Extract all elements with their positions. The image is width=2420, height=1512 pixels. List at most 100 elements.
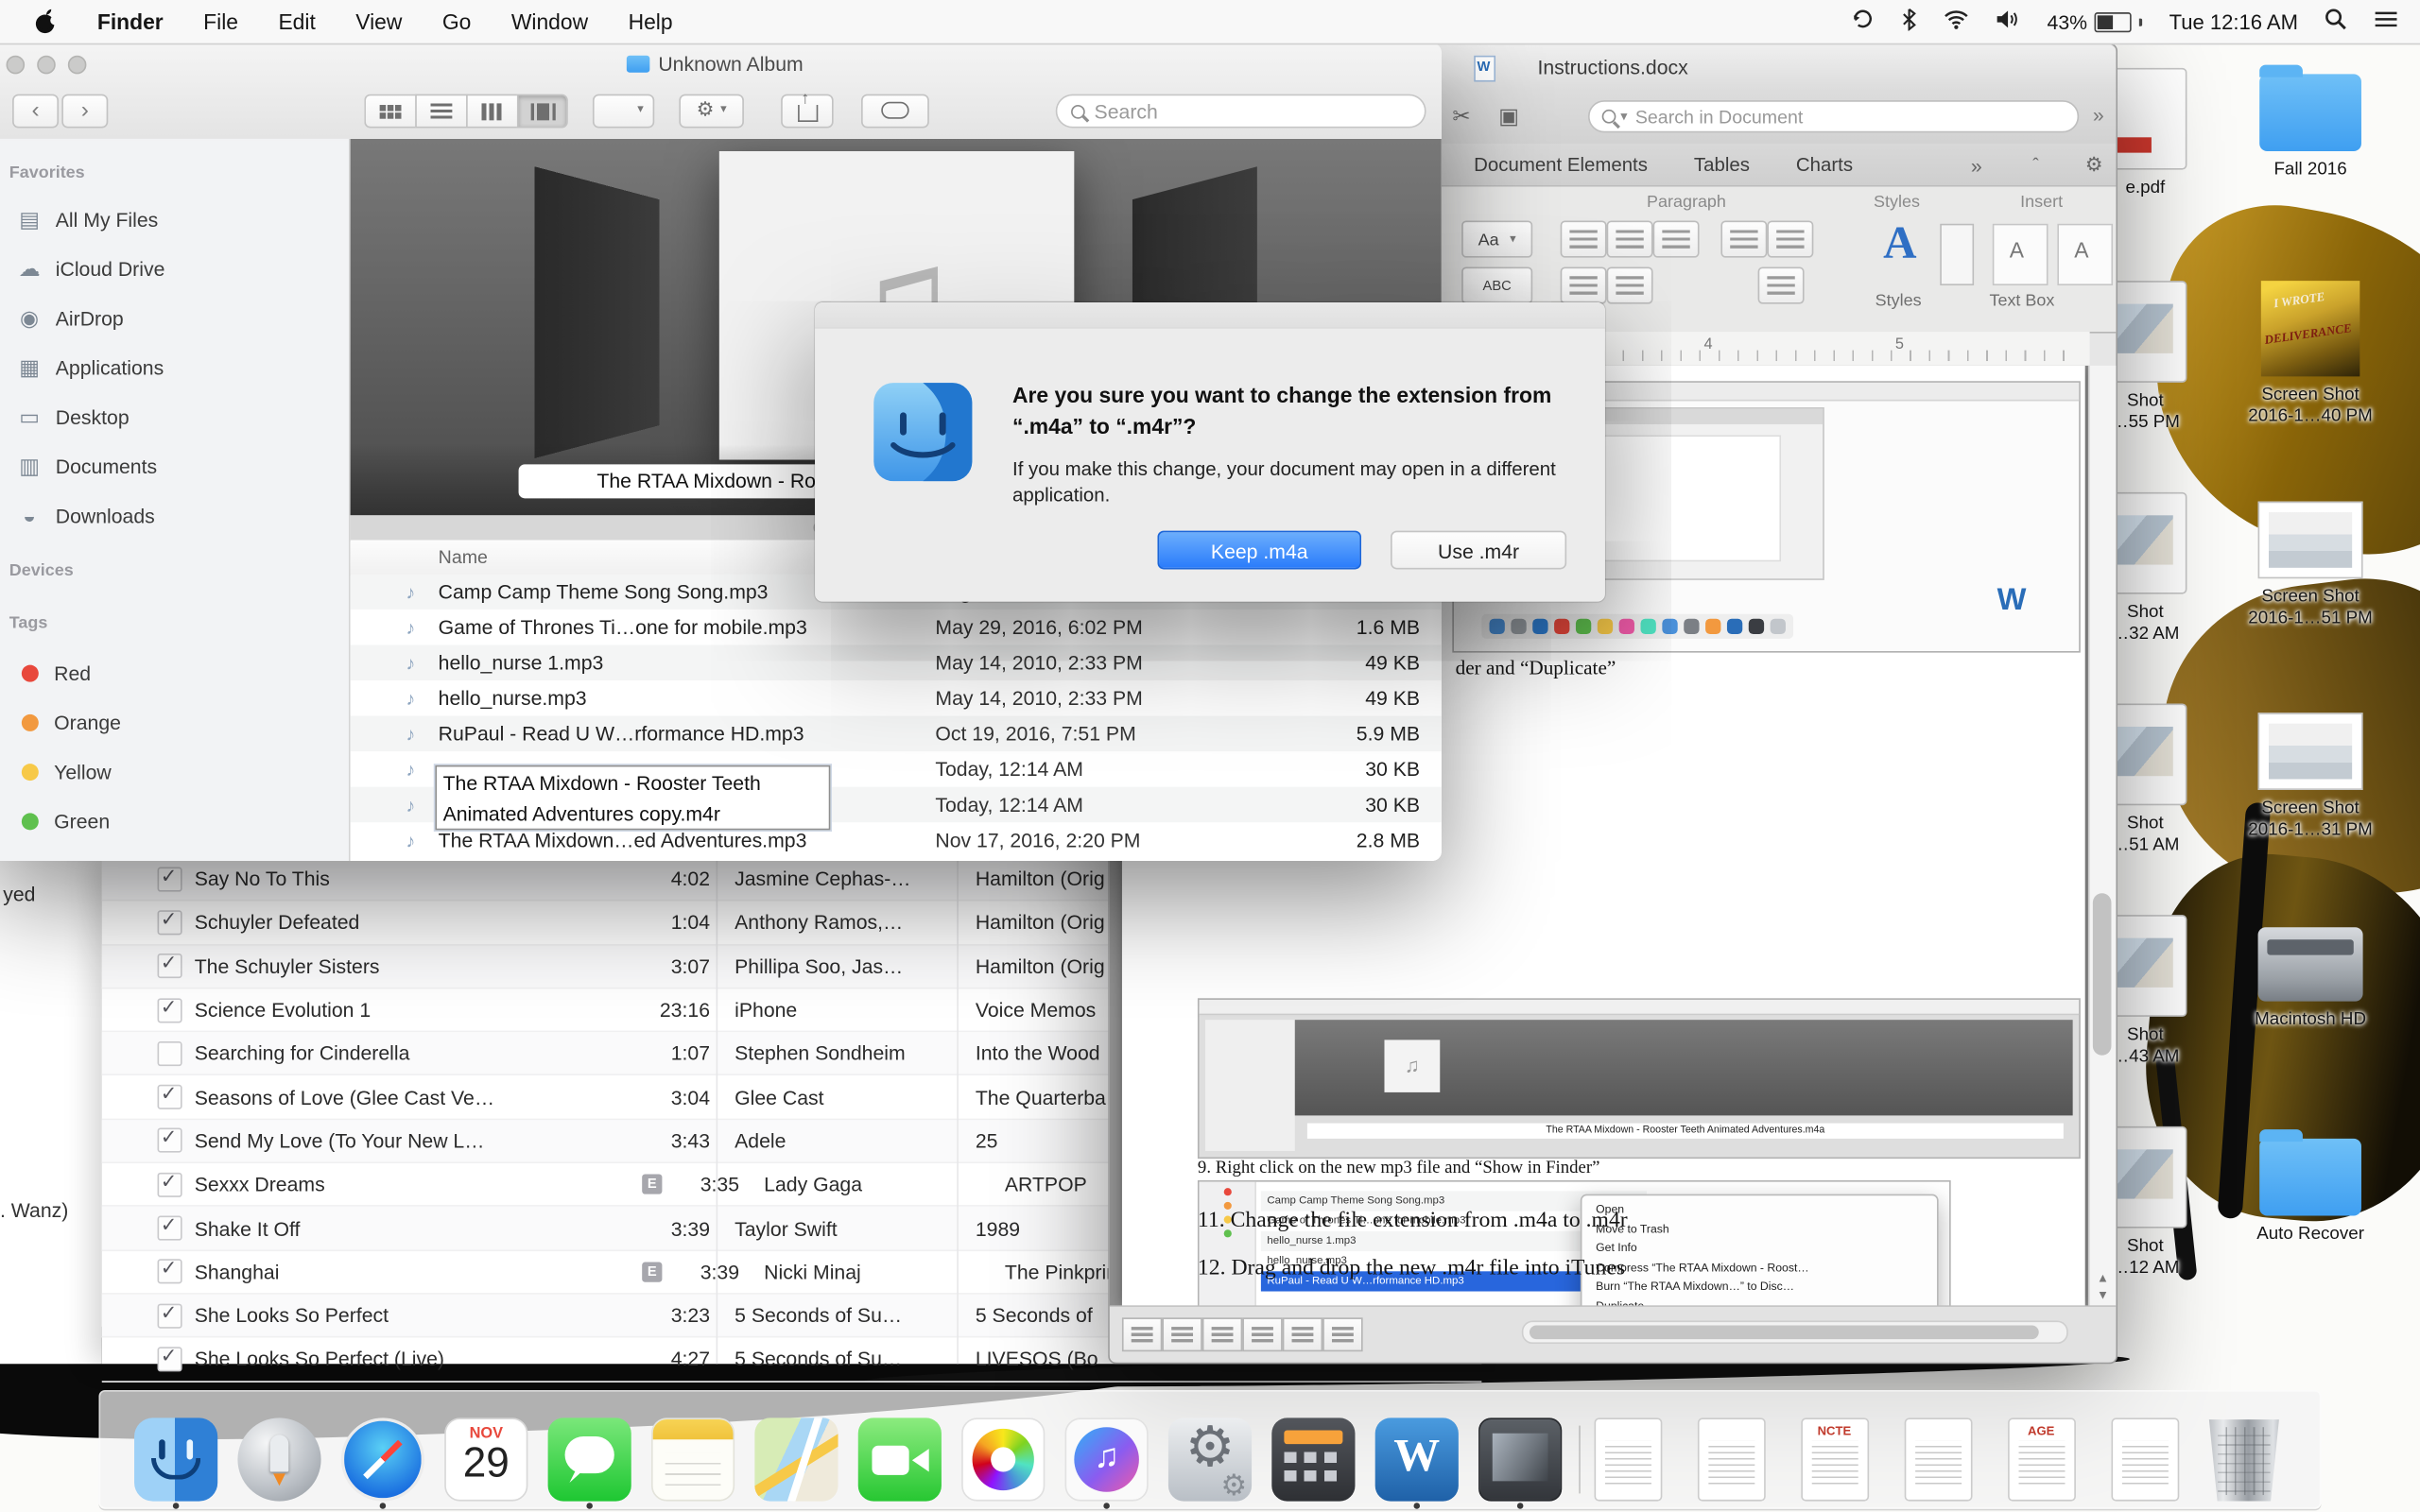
launchpad-icon[interactable] (237, 1418, 321, 1502)
file-row[interactable]: ♪ Game of Thrones Ti…one for mobile.mp3 … (351, 610, 1442, 645)
sidebar-item-all-my-files[interactable]: All My Files (0, 195, 349, 244)
scrollbar-thumb[interactable] (1529, 1324, 2039, 1339)
tag-orange[interactable]: Orange (0, 697, 349, 747)
volume-icon[interactable] (1996, 9, 2021, 34)
menu-item[interactable]: File (203, 9, 238, 34)
tag-green[interactable]: Green (0, 796, 349, 845)
desktop-icon-fall-2016[interactable]: Fall 2016 (2230, 64, 2391, 180)
back-button[interactable]: ‹ (12, 94, 60, 129)
song-checkbox[interactable]: ✓ (157, 1125, 182, 1154)
calendar-icon[interactable]: NOV 29 (444, 1418, 528, 1502)
font-style-button[interactable]: Aa ▾ (1461, 220, 1533, 258)
document-icon[interactable] (1903, 1418, 1972, 1502)
tag-yellow[interactable]: Yellow (0, 747, 349, 796)
numbered-list-button[interactable] (1606, 220, 1653, 258)
wifi-icon[interactable] (1944, 9, 1970, 34)
battery-indicator[interactable]: 43% (2048, 10, 2143, 33)
safari-icon[interactable] (340, 1418, 424, 1502)
preview-icon[interactable] (1478, 1418, 1563, 1502)
coverflow-view-button[interactable] (516, 94, 568, 129)
menu-item[interactable]: Window (511, 9, 588, 34)
tag-red[interactable]: Red (0, 648, 349, 697)
action-gear-button[interactable]: ⚙ ▾ (679, 94, 744, 129)
messages-icon[interactable] (547, 1418, 631, 1502)
decrease-indent-button[interactable] (1720, 220, 1768, 258)
styles-pane-button[interactable] (1940, 223, 1975, 286)
finder-titlebar[interactable]: Unknown Album ‹ › ▾ ⚙▾ Search (0, 43, 1442, 141)
song-checkbox[interactable]: ✓ (157, 907, 182, 936)
ribbon-tab[interactable]: Tables (1694, 153, 1750, 175)
text-box-button[interactable] (1992, 223, 2048, 286)
sidebar-item-airdrop[interactable]: AirDrop (0, 293, 349, 342)
song-checkbox[interactable]: ✓ (157, 994, 182, 1022)
collapse-ribbon-icon[interactable]: ˆ (2032, 154, 2039, 176)
publishing-view-button[interactable] (1201, 1317, 1243, 1352)
file-row[interactable]: ♪ hello_nurse.mp3 May 14, 2010, 2:33 PM … (351, 680, 1442, 716)
song-checkbox[interactable]: ✓ (157, 1082, 182, 1110)
time-machine-icon[interactable] (1851, 8, 1876, 35)
menu-item[interactable]: Go (442, 9, 472, 34)
song-checkbox[interactable]: ✓ (157, 1344, 182, 1372)
calculator-icon[interactable] (1271, 1418, 1356, 1502)
song-checkbox[interactable]: ✓ (157, 1256, 182, 1284)
toolbar-overflow-icon[interactable]: » (2093, 103, 2104, 126)
song-checkbox[interactable]: ✓ (157, 864, 182, 892)
desktop-icon-screenshot-31pm[interactable]: Screen Shot 2016-1…31 PM (2230, 713, 2391, 841)
sidebar-item-documents[interactable]: Documents (0, 441, 349, 490)
forward-button[interactable]: › (61, 94, 109, 129)
song-checkbox[interactable] (157, 1040, 182, 1066)
file-row[interactable]: ♪ hello_nurse 1.mp3 May 14, 2010, 2:33 P… (350, 644, 1442, 680)
keep-m4a-button[interactable]: Keep .m4a (1157, 530, 1361, 570)
fullscreen-view-button[interactable] (1322, 1317, 1363, 1352)
horizontal-scrollbar[interactable] (1521, 1320, 2068, 1345)
ribbon-tab[interactable]: Document Elements (1474, 153, 1648, 175)
maps-icon[interactable] (754, 1418, 838, 1502)
line-spacing-button[interactable] (1606, 266, 1653, 304)
song-checkbox[interactable]: ✓ (157, 1300, 182, 1329)
bullet-list-button[interactable] (1560, 220, 1607, 258)
spotlight-search-icon[interactable] (2325, 8, 2347, 35)
ribbon-tab[interactable]: Charts (1796, 153, 1853, 175)
desktop-icon-auto-recover[interactable]: Auto Recover (2230, 1129, 2391, 1246)
document-icon[interactable]: NCTE (1800, 1418, 1869, 1502)
file-row[interactable]: ♪ RuPaul - Read U W…rformance HD.mp3 Oct… (350, 715, 1442, 752)
tag-blue[interactable]: Blue (0, 846, 349, 861)
sidebar-item-downloads[interactable]: Downloads (0, 490, 349, 540)
spacing-options-button[interactable] (1757, 266, 1805, 304)
document-icon[interactable]: AGE (2007, 1418, 2076, 1502)
finder-dock-icon[interactable] (134, 1418, 218, 1502)
menu-item[interactable]: Edit (278, 9, 315, 34)
scrollbar-arrows[interactable]: ▲ ▼ (2090, 1270, 2117, 1304)
system-preferences-icon[interactable] (1167, 1415, 1253, 1504)
tag-button[interactable] (861, 94, 929, 129)
arrange-button[interactable]: ▾ (592, 94, 655, 129)
notes-icon[interactable] (650, 1418, 735, 1502)
paste-icon[interactable]: ▣ (1498, 103, 1519, 129)
spelling-button[interactable]: ABC (1461, 266, 1533, 304)
desktop-icon-screenshot-51pm[interactable]: Screen Shot 2016-1…51 PM (2230, 501, 2391, 630)
name-column-header[interactable]: Name (439, 546, 488, 568)
draft-view-button[interactable] (1121, 1317, 1163, 1352)
print-view-button[interactable] (1242, 1317, 1283, 1352)
finder-search-field[interactable]: Search (1055, 94, 1426, 129)
multilevel-list-button[interactable] (1652, 220, 1700, 258)
word-search-field[interactable]: ▾ Search in Document (1587, 100, 2080, 133)
song-checkbox[interactable]: ✓ (157, 1169, 182, 1197)
song-checkbox[interactable]: ✓ (157, 1212, 182, 1241)
column-view-button[interactable] (466, 94, 517, 129)
styles-button[interactable]: A (1869, 217, 1930, 285)
document-icon[interactable] (1578, 1418, 1662, 1502)
shape-button[interactable] (2057, 223, 2114, 286)
trash-icon[interactable] (2208, 1419, 2279, 1502)
bluetooth-icon[interactable] (1902, 8, 1917, 35)
sidebar-item-applications[interactable]: Applications (0, 342, 349, 391)
list-view-button[interactable] (415, 94, 467, 129)
dialog-titlebar[interactable] (815, 301, 1605, 329)
share-button[interactable] (781, 90, 834, 129)
vertical-scrollbar[interactable]: ▲ ▼ (2087, 365, 2117, 1307)
sidebar-item-icloud-drive[interactable]: iCloud Drive (0, 244, 349, 293)
document-icon[interactable] (2110, 1418, 2179, 1502)
scrollbar-thumb[interactable] (2092, 893, 2112, 1056)
apple-menu-icon[interactable] (34, 8, 60, 35)
notebook-view-button[interactable] (1282, 1317, 1323, 1352)
